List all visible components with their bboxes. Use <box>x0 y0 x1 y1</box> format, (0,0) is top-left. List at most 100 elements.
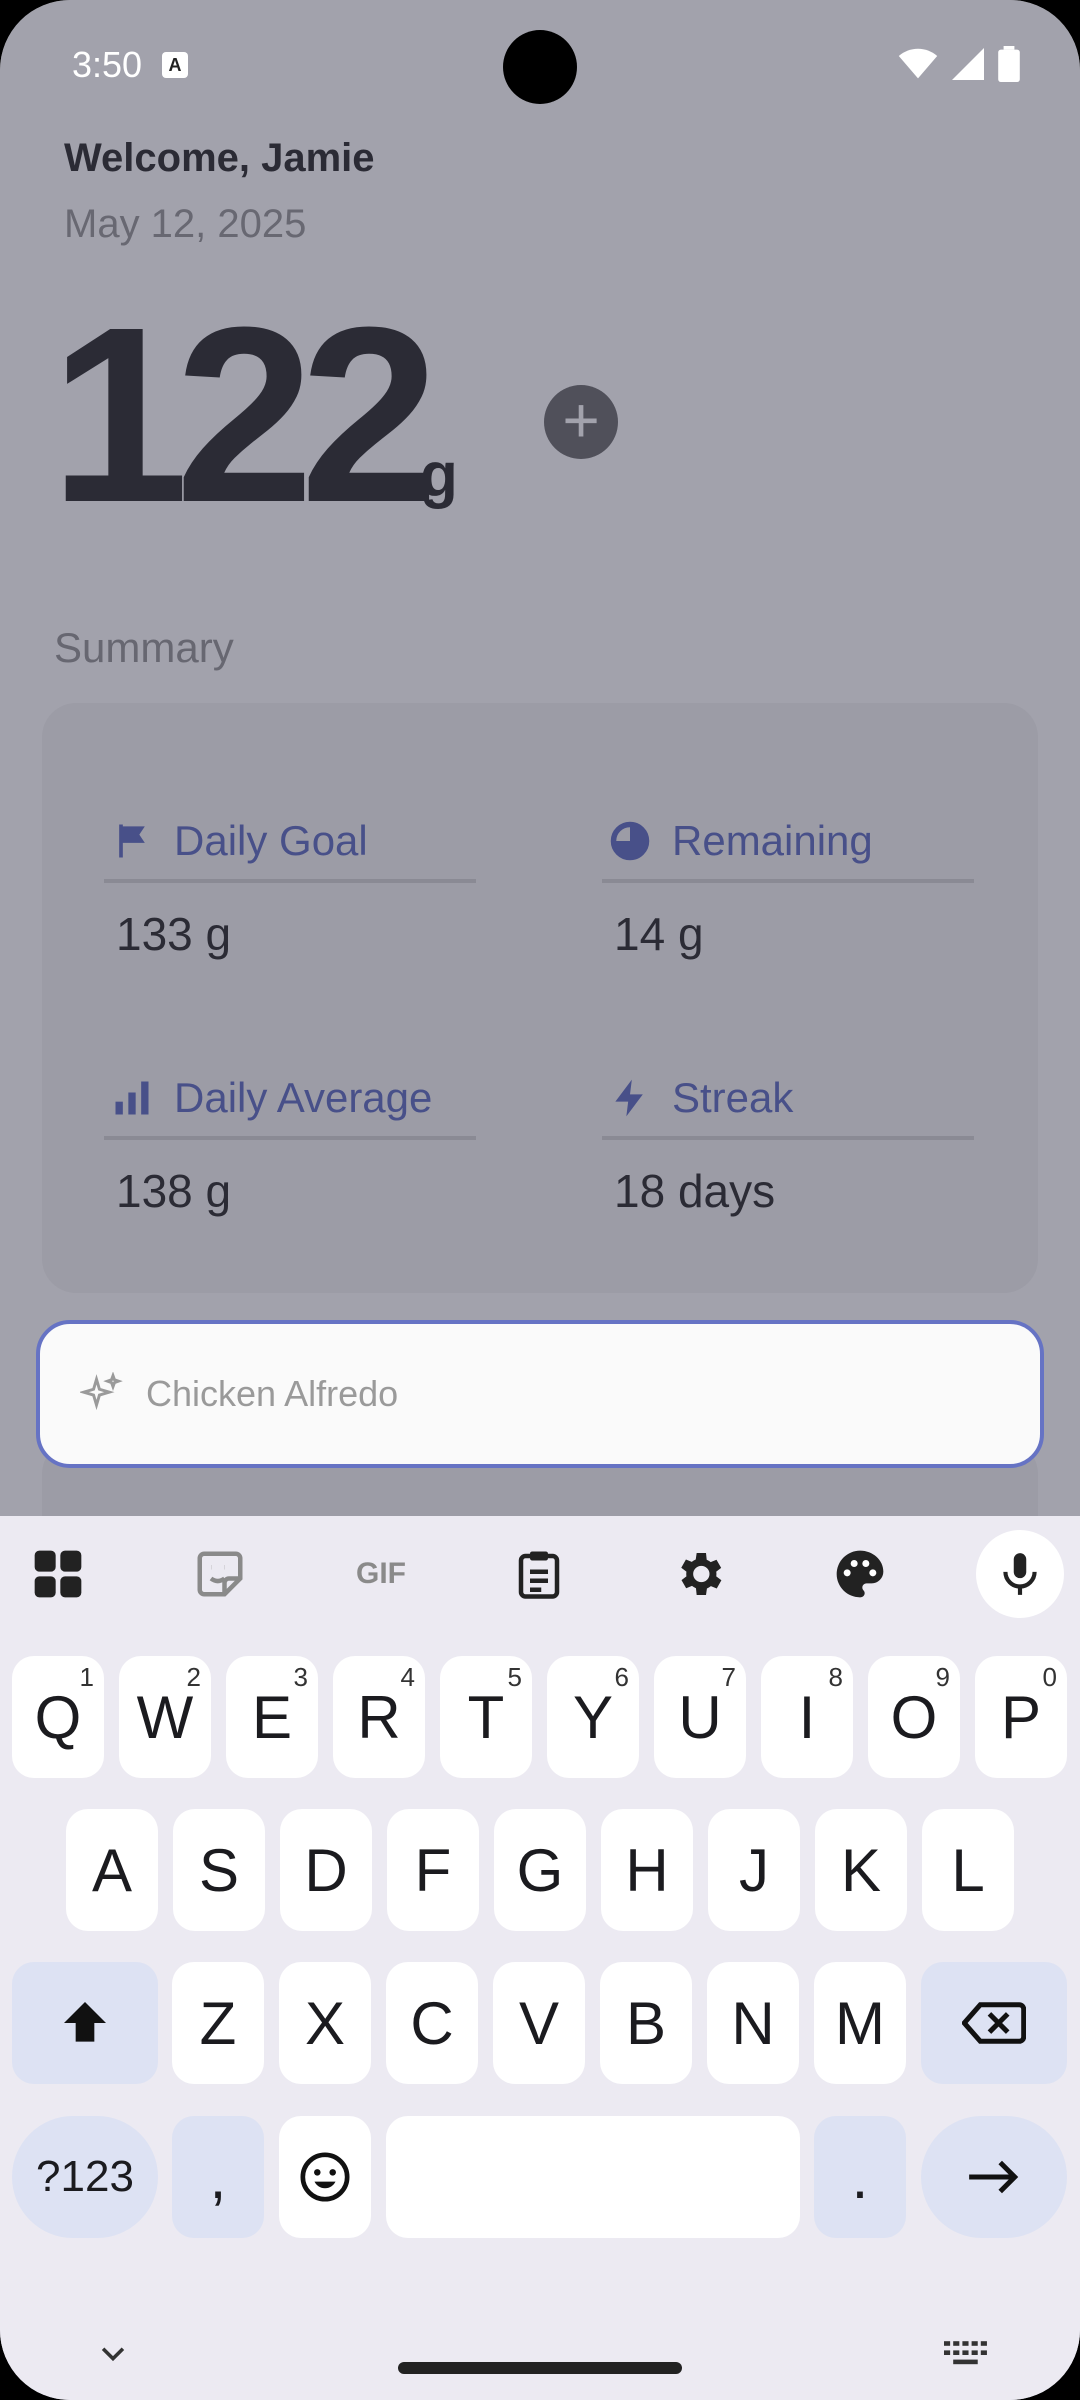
key-label: Y <box>572 1683 614 1751</box>
period-key[interactable]: . <box>814 2116 906 2238</box>
microphone-icon <box>1003 1553 1037 1595</box>
key-label: M <box>835 1989 885 2057</box>
key-label: O <box>890 1683 938 1751</box>
key-p[interactable]: P0 <box>975 1656 1067 1778</box>
key-hint: 1 <box>79 1662 94 1692</box>
comma-key[interactable]: , <box>172 2116 264 2238</box>
status-time: 3:50 <box>72 44 143 85</box>
sticker-icon[interactable] <box>186 1540 254 1608</box>
key-label: B <box>625 1989 667 2057</box>
key-z[interactable]: Z <box>172 1962 264 2084</box>
clipboard-icon[interactable] <box>505 1540 573 1608</box>
key-i[interactable]: I8 <box>761 1656 853 1778</box>
key-label: , <box>209 2143 227 2211</box>
key-label: ?123 <box>36 2152 134 2201</box>
key-label: X <box>304 1989 346 2057</box>
key-label: S <box>198 1836 240 1904</box>
key-hint: 5 <box>507 1662 522 1692</box>
shift-icon <box>64 2002 106 2042</box>
key-hint: 3 <box>293 1662 308 1692</box>
emoji-key[interactable] <box>279 2116 371 2238</box>
key-f[interactable]: F <box>387 1809 479 1931</box>
key-label: E <box>251 1683 293 1751</box>
key-label: L <box>951 1836 985 1904</box>
hide-keyboard-icon[interactable] <box>96 2336 130 2370</box>
key-e[interactable]: E3 <box>226 1656 318 1778</box>
status-bar: 3:50 A <box>0 0 1080 130</box>
food-search-input[interactable] <box>146 1373 946 1415</box>
space-key[interactable] <box>386 2116 800 2238</box>
key-label: I <box>798 1683 816 1751</box>
signal-icon <box>952 48 984 80</box>
key-n[interactable]: N <box>707 1962 799 2084</box>
palette-icon[interactable] <box>826 1540 894 1608</box>
sparkle-icon <box>80 1372 123 1411</box>
home-indicator[interactable] <box>398 2362 682 2374</box>
key-label: W <box>136 1683 194 1751</box>
key-label: V <box>518 1989 560 2057</box>
key-v[interactable]: V <box>493 1962 585 2084</box>
key-hint: 4 <box>400 1662 415 1692</box>
key-label: K <box>840 1836 882 1904</box>
key-label: C <box>410 1989 454 2057</box>
key-label: H <box>625 1836 669 1904</box>
apps-grid-icon[interactable] <box>24 1540 92 1608</box>
settings-gear-icon[interactable] <box>665 1540 733 1608</box>
key-c[interactable]: C <box>386 1962 478 2084</box>
key-hint: 0 <box>1042 1662 1057 1692</box>
key-h[interactable]: H <box>601 1809 693 1931</box>
key-s[interactable]: S <box>173 1809 265 1931</box>
key-q[interactable]: Q1 <box>12 1656 104 1778</box>
key-w[interactable]: W2 <box>119 1656 211 1778</box>
key-label: Z <box>199 1989 237 2057</box>
key-label: T <box>467 1683 505 1751</box>
food-search-box[interactable] <box>36 1320 1044 1468</box>
symbols-key[interactable]: ?123 <box>12 2116 158 2238</box>
key-u[interactable]: U7 <box>654 1656 746 1778</box>
voice-input-button[interactable] <box>976 1530 1064 1618</box>
key-label: U <box>678 1683 722 1751</box>
key-label: . <box>851 2143 869 2211</box>
camera-cutout <box>503 30 577 104</box>
key-k[interactable]: K <box>815 1809 907 1931</box>
wifi-icon <box>898 48 938 79</box>
key-b[interactable]: B <box>600 1962 692 2084</box>
key-m[interactable]: M <box>814 1962 906 2084</box>
keyboard-indicator-icon: A <box>162 52 188 78</box>
key-x[interactable]: X <box>279 1962 371 2084</box>
phone-screen: Welcome, Jamie May 12, 2025 122 g + Summ… <box>0 0 1080 2400</box>
key-hint: 7 <box>721 1662 736 1692</box>
key-label: F <box>414 1836 452 1904</box>
key-y[interactable]: Y6 <box>547 1656 639 1778</box>
key-label: Q <box>34 1683 82 1751</box>
key-g[interactable]: G <box>494 1809 586 1931</box>
arrow-right-icon <box>969 2160 1019 2194</box>
soft-keyboard: GIF Q1W2E3R4T5Y6U7I8O9P0ASDFGHJKLZXCVBNM… <box>0 1516 1080 2400</box>
key-label: N <box>731 1989 775 2057</box>
key-label: J <box>739 1836 769 1904</box>
key-a[interactable]: A <box>66 1809 158 1931</box>
key-hint: 8 <box>828 1662 843 1692</box>
key-o[interactable]: O9 <box>868 1656 960 1778</box>
key-hint: 2 <box>186 1662 201 1692</box>
key-d[interactable]: D <box>280 1809 372 1931</box>
key-r[interactable]: R4 <box>333 1656 425 1778</box>
key-label: G <box>516 1836 564 1904</box>
backspace-key[interactable] <box>921 1962 1067 2084</box>
key-l[interactable]: L <box>922 1809 1014 1931</box>
enter-key[interactable] <box>921 2116 1067 2238</box>
key-label: A <box>91 1836 133 1904</box>
key-j[interactable]: J <box>708 1809 800 1931</box>
key-hint: 9 <box>935 1662 950 1692</box>
battery-icon <box>998 46 1020 82</box>
keyboard-bottom-bar <box>0 2316 1080 2400</box>
key-label: D <box>304 1836 348 1904</box>
keyboard-switch-icon[interactable] <box>944 2340 990 2370</box>
emoji-icon <box>300 2152 350 2202</box>
gif-icon[interactable]: GIF <box>344 1540 418 1608</box>
key-t[interactable]: T5 <box>440 1656 532 1778</box>
backspace-icon <box>962 2002 1026 2044</box>
key-label: R <box>357 1683 401 1751</box>
shift-key[interactable] <box>12 1962 158 2084</box>
keyboard-toolbar: GIF <box>0 1516 1080 1632</box>
